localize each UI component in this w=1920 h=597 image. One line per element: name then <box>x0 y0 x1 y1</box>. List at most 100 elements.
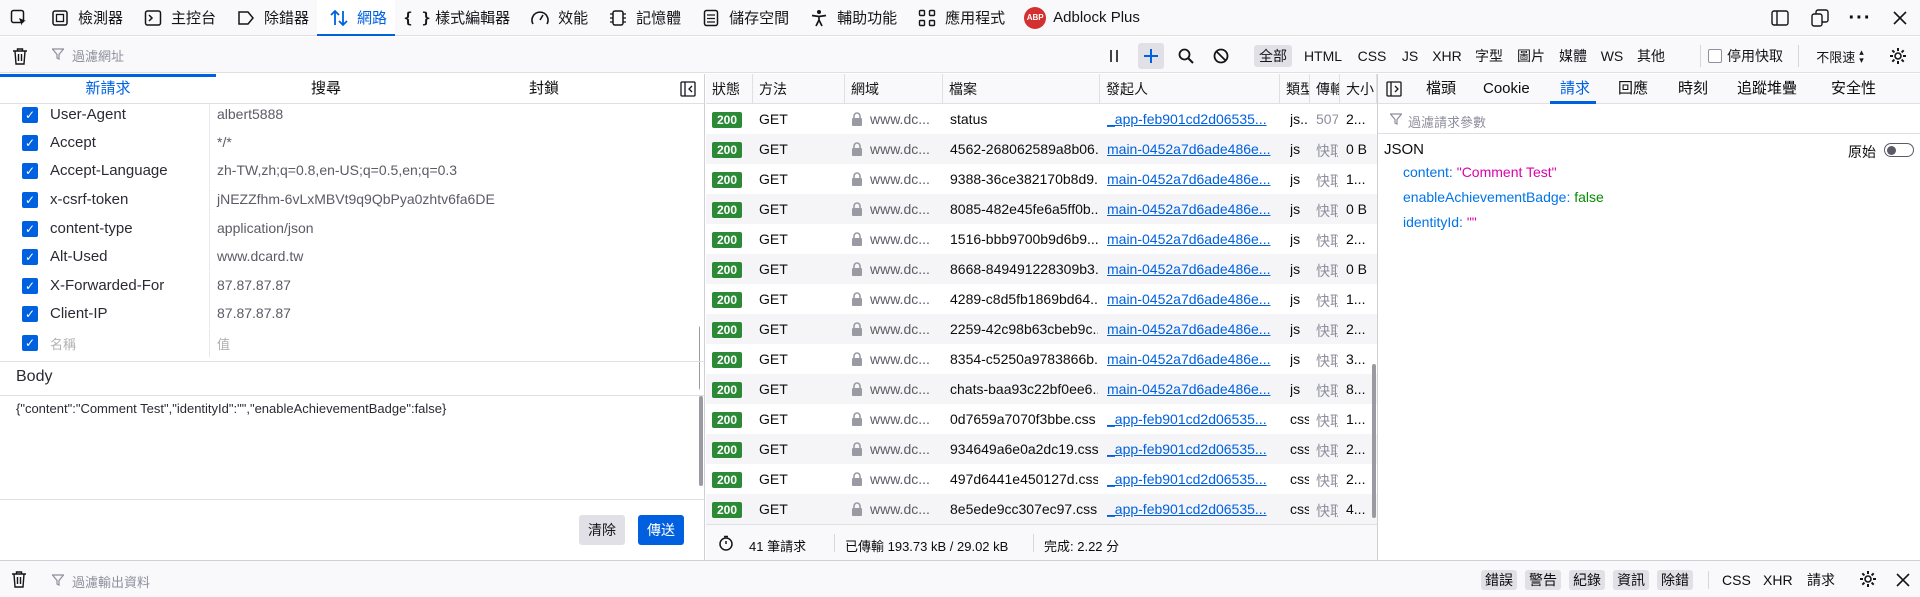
tab-new-request[interactable]: 新請求 <box>0 74 216 104</box>
request-row[interactable]: 200 GET www.dc... 934649a6e0a2dc19.css _app-… <box>706 434 1377 464</box>
header-enabled-checkbox[interactable]: ✓ <box>22 278 38 294</box>
request-row[interactable]: 200 GET www.dc... 2259-42c98b63cbeb9c... mai… <box>706 314 1377 344</box>
header-name[interactable]: Client-IP <box>50 305 108 322</box>
type-filter-js[interactable]: JS <box>1397 45 1423 67</box>
json-entry[interactable]: enableAchievementBadge: false <box>1403 189 1604 205</box>
column-header-size[interactable]: 大小 <box>1340 74 1377 104</box>
request-row[interactable]: 200 GET www.dc... 1516-bbb9700b9d6b9... main… <box>706 224 1377 254</box>
clear-button[interactable]: 清除 <box>579 515 625 545</box>
element-picker-icon[interactable] <box>0 0 38 36</box>
tab-network[interactable]: 網路 <box>317 0 396 36</box>
request-initiator[interactable]: main-0452a7d6ade486e... <box>1107 381 1277 397</box>
console-level-warnings[interactable]: 警告 <box>1525 570 1561 590</box>
json-entry[interactable]: identityId: "" <box>1403 214 1477 230</box>
console-type-requests[interactable]: 請求 <box>1803 570 1839 590</box>
console-level-errors[interactable]: 錯誤 <box>1481 570 1517 590</box>
tab-application[interactable]: 應用程式 <box>905 0 1013 36</box>
request-row[interactable]: 200 GET www.dc... chats-baa93c22bf0ee6... ma… <box>706 374 1377 404</box>
tab-stack-trace[interactable]: 追蹤堆疊 <box>1737 74 1797 104</box>
column-header-method[interactable]: 方法 <box>753 74 845 104</box>
request-row[interactable]: 200 GET www.dc... status _app-feb901cd2d0653… <box>706 104 1377 134</box>
request-initiator[interactable]: main-0452a7d6ade486e... <box>1107 201 1277 217</box>
tab-timings[interactable]: 時刻 <box>1678 74 1708 104</box>
request-row[interactable]: 200 GET www.dc... 8e5ede9cc307ec97.css _app-… <box>706 494 1377 524</box>
header-name[interactable]: x-csrf-token <box>50 191 128 208</box>
type-filter-xhr[interactable]: XHR <box>1428 45 1466 67</box>
request-initiator[interactable]: main-0452a7d6ade486e... <box>1107 171 1277 187</box>
type-filter-ws[interactable]: WS <box>1597 45 1627 67</box>
disable-cache-toggle[interactable]: 停用快取 <box>1708 45 1788 67</box>
search-icon[interactable] <box>1173 43 1199 69</box>
close-devtools-icon[interactable] <box>1880 0 1920 36</box>
console-type-xhr[interactable]: XHR <box>1759 570 1797 590</box>
type-filter-html[interactable]: HTML <box>1300 45 1346 67</box>
request-initiator[interactable]: main-0452a7d6ade486e... <box>1107 261 1277 277</box>
column-header-initiator[interactable]: 發起人 <box>1100 74 1280 104</box>
header-name[interactable]: X-Forwarded-For <box>50 277 164 294</box>
dock-options-icon[interactable] <box>1800 0 1840 36</box>
console-level-logs[interactable]: 紀錄 <box>1569 570 1605 590</box>
tab-blocking[interactable]: 封鎖 <box>436 74 652 104</box>
request-initiator[interactable]: main-0452a7d6ade486e... <box>1107 351 1277 367</box>
type-filter-images[interactable]: 圖片 <box>1514 45 1548 67</box>
header-name[interactable]: Accept <box>50 134 96 151</box>
request-row[interactable]: 200 GET www.dc... 8354-c5250a9783866b... mai… <box>706 344 1377 374</box>
header-value[interactable]: 87.87.87.87 <box>217 305 291 321</box>
header-name[interactable]: content-type <box>50 220 133 237</box>
console-filter[interactable]: 過濾輸出資料 <box>51 572 150 591</box>
header-name[interactable]: Accept-Language <box>50 162 168 179</box>
new-header-value[interactable]: 值 <box>217 334 230 353</box>
request-initiator[interactable]: _app-feb901cd2d06535... <box>1107 111 1277 127</box>
header-value[interactable]: albert5888 <box>217 106 283 122</box>
request-row[interactable]: 200 GET www.dc... 4562-268062589a8b06... mai… <box>706 134 1377 164</box>
request-row[interactable]: 200 GET www.dc... 8085-482e45fe6a5ff0b... ma… <box>706 194 1377 224</box>
request-blocking-icon[interactable] <box>1208 43 1234 69</box>
console-level-debug[interactable]: 除錯 <box>1657 570 1693 590</box>
header-enabled-checkbox[interactable]: ✓ <box>22 192 38 208</box>
tab-storage[interactable]: 儲存空間 <box>689 0 797 36</box>
request-row[interactable]: 200 GET www.dc... 0d7659a7070f3bbe.css _app-… <box>706 404 1377 434</box>
tab-style-editor[interactable]: { } 樣式編輯器 <box>395 0 518 36</box>
clear-console-icon[interactable] <box>11 570 27 591</box>
throttle-select[interactable]: 不限速 ▴ ▾ <box>1808 45 1872 67</box>
request-initiator[interactable]: main-0452a7d6ade486e... <box>1107 141 1277 157</box>
request-row[interactable]: 200 GET www.dc... 4289-c8d5fb1869bd64... mai… <box>706 284 1377 314</box>
new-header-name[interactable]: 名稱 <box>50 334 76 353</box>
more-options-icon[interactable]: ··· <box>1840 0 1880 36</box>
header-name[interactable]: Alt-Used <box>50 248 108 265</box>
collapse-sidebar-icon[interactable] <box>680 81 696 100</box>
request-initiator[interactable]: main-0452a7d6ade486e... <box>1107 291 1277 307</box>
console-level-info[interactable]: 資訊 <box>1613 570 1649 590</box>
json-entry[interactable]: content: "Comment Test" <box>1403 164 1557 180</box>
header-name[interactable]: User-Agent <box>50 106 126 123</box>
header-enabled-checkbox[interactable]: ✓ <box>22 306 38 322</box>
request-row[interactable]: 200 GET www.dc... 9388-36ce382170b8d9... mai… <box>706 164 1377 194</box>
header-value[interactable]: */* <box>217 134 232 150</box>
request-row[interactable]: 200 GET www.dc... 497d6441e450127d.css _app-… <box>706 464 1377 494</box>
tab-performance[interactable]: 效能 <box>518 0 596 36</box>
responsive-design-icon[interactable] <box>1760 0 1800 36</box>
disable-cache-checkbox[interactable] <box>1708 49 1722 63</box>
params-filter[interactable]: 過濾請求參數 <box>1378 105 1920 134</box>
body-textarea[interactable]: {"content":"Comment Test","identityId":"… <box>0 395 704 500</box>
column-header-status[interactable]: 狀態 <box>706 74 753 104</box>
type-filter-fonts[interactable]: 字型 <box>1472 45 1506 67</box>
close-console-icon[interactable] <box>1896 573 1910 590</box>
column-header-domain[interactable]: 網域 <box>845 74 943 104</box>
tab-cookies[interactable]: Cookie <box>1483 74 1530 104</box>
request-initiator[interactable]: _app-feb901cd2d06535... <box>1107 501 1277 517</box>
column-header-transferred[interactable]: 傳輸 <box>1310 74 1340 104</box>
header-value[interactable]: www.dcard.tw <box>217 248 303 264</box>
header-enabled-checkbox[interactable]: ✓ <box>22 221 38 237</box>
request-initiator[interactable]: _app-feb901cd2d06535... <box>1107 441 1277 457</box>
request-row[interactable]: 200 GET www.dc... 8668-849491228309b3... mai… <box>706 254 1377 284</box>
header-value[interactable]: zh-TW,zh;q=0.8,en-US;q=0.5,en;q=0.3 <box>217 162 457 178</box>
console-settings-icon[interactable] <box>1859 570 1877 591</box>
tab-accessibility[interactable]: 輔助功能 <box>797 0 905 36</box>
send-button[interactable]: 傳送 <box>638 515 684 545</box>
column-header-type[interactable]: 類型 <box>1280 74 1310 104</box>
tab-response[interactable]: 回應 <box>1618 74 1648 104</box>
header-value[interactable]: jNEZZfhm-6vLxMBVt9q9QbPya0zhtv6fa6DE <box>217 191 495 207</box>
tab-security[interactable]: 安全性 <box>1831 74 1876 104</box>
tab-inspector[interactable]: 檢測器 <box>38 0 131 36</box>
